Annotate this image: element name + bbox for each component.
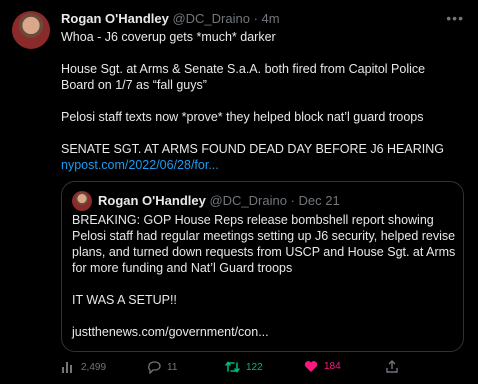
quoted-text: BREAKING: GOP House Reps release bombshe…	[72, 212, 457, 340]
quoted-link: justthenews.com/government/con...	[72, 325, 269, 339]
more-button[interactable]: •••	[446, 10, 464, 26]
analytics-icon	[62, 362, 72, 373]
heart-icon	[304, 361, 318, 372]
avatar[interactable]	[12, 11, 50, 49]
quoted-author-handle[interactable]: @DC_Draino	[209, 193, 287, 208]
retweet-icon	[225, 361, 240, 373]
quoted-author-name[interactable]: Rogan O'Handley	[98, 193, 206, 208]
author-handle[interactable]: @DC_Draino	[172, 11, 250, 26]
views-count: 2,499	[81, 361, 107, 373]
tweet-line: Pelosi staff texts now *prove* they help…	[61, 110, 424, 124]
quoted-tweet[interactable]: Rogan O'Handley @DC_Draino · Dec 21 BREA…	[61, 181, 464, 352]
separator-dot: ·	[253, 11, 258, 26]
quoted-separator-dot: ·	[290, 193, 295, 208]
reply-count: 11	[167, 361, 178, 373]
tweet[interactable]: Rogan O'Handley @DC_Draino · 4m ••• Whoa…	[0, 0, 478, 384]
quoted-line: IT WAS A SETUP!!	[72, 293, 177, 307]
tweet-text: Whoa - J6 coverup gets *much* darker Hou…	[61, 29, 461, 173]
tweet-line: SENATE SGT. AT ARMS FOUND DEAD DAY BEFOR…	[61, 142, 444, 156]
author-name[interactable]: Rogan O'Handley	[61, 11, 169, 26]
share-icon	[386, 360, 398, 373]
tweet-link[interactable]: nypost.com/2022/06/28/for...	[61, 157, 461, 173]
share-button[interactable]	[385, 360, 399, 374]
quoted-avatar[interactable]	[72, 191, 92, 211]
action-bar: 2,499 11 122 184	[61, 360, 461, 376]
reply-button[interactable]: 11	[147, 360, 177, 374]
tweet-line: House Sgt. at Arms & Senate S.a.A. both …	[61, 62, 426, 92]
reply-icon	[148, 361, 161, 374]
like-button[interactable]: 184	[304, 360, 341, 373]
tweet-line: Whoa - J6 coverup gets *much* darker	[61, 30, 276, 44]
quoted-timestamp[interactable]: Dec 21	[299, 193, 340, 208]
like-count: 184	[324, 361, 341, 372]
quoted-header: Rogan O'Handley @DC_Draino · Dec 21	[98, 193, 340, 209]
retweet-count: 122	[246, 361, 263, 373]
views-button[interactable]: 2,499	[61, 360, 106, 374]
timestamp[interactable]: 4m	[262, 11, 280, 26]
retweet-button[interactable]: 122	[225, 360, 263, 374]
quoted-line: BREAKING: GOP House Reps release bombshe…	[72, 213, 456, 275]
more-icon: •••	[446, 10, 464, 26]
tweet-header: Rogan O'Handley @DC_Draino · 4m	[61, 11, 438, 27]
